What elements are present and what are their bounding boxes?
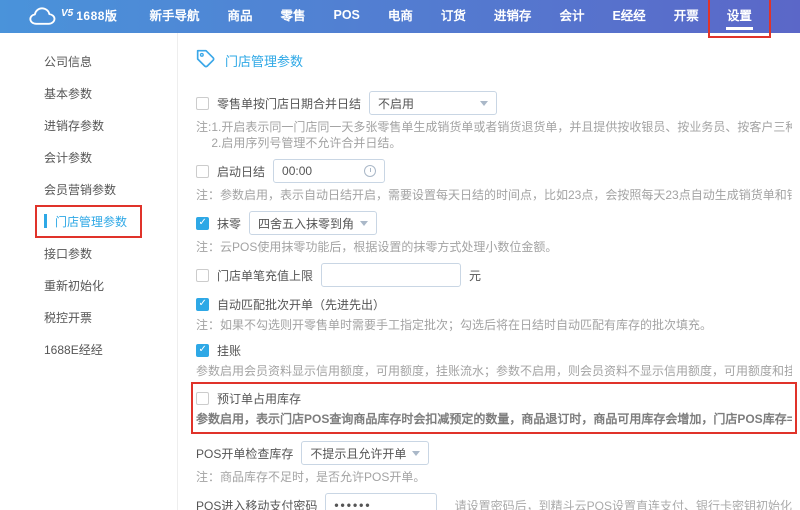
setting-notes: 注：商品库存不足时，是否允许POS开单。 — [196, 469, 792, 485]
sidebar-item[interactable]: 公司信息 — [0, 45, 177, 77]
sidebar-item[interactable]: 1688E经经 — [0, 333, 177, 365]
sidebar-item[interactable]: 会员营销参数 — [0, 173, 177, 205]
nav-item[interactable]: 零售 — [266, 0, 319, 33]
setting-notes: 参数启用会员资料显示信用额度，可用额度，挂账流水；参数不启用，则会员资料不显示信… — [196, 363, 792, 379]
sidebar-item[interactable]: 重新初始化 — [0, 269, 177, 301]
nav-item[interactable]: 商品 — [213, 0, 266, 33]
setting-input[interactable] — [321, 263, 461, 287]
sidebar-item[interactable]: 进销存参数 — [0, 109, 177, 141]
setting-notes: 注：如果不勾选则开零售单时需要手工指定批次；勾选后将在日结时自动匹配有库存的批次… — [196, 317, 792, 333]
chevron-down-icon — [412, 451, 420, 456]
sidebar-item[interactable]: 会计参数 — [0, 141, 177, 173]
setting-checkbox[interactable] — [196, 165, 209, 178]
setting-row: POS开单检查库存 不提示且允许开单 注：商品库存不足时，是否允许POS开单。 — [196, 441, 792, 485]
setting-checkbox[interactable] — [196, 97, 209, 110]
page-title-text: 门店管理参数 — [225, 51, 303, 70]
tag-icon — [196, 49, 216, 72]
cloud-logo-icon — [28, 6, 60, 27]
setting-label: 预订单占用库存 — [217, 390, 301, 407]
setting-notes: 注:1.开启表示同一门店同一天多张零售单生成销货单或者销货退货单，并且提供按收银… — [196, 119, 792, 151]
top-nav: V5 1688版 新手导航商品零售POS电商订货进销存会计E经经开票设置 — [0, 0, 800, 33]
chevron-down-icon — [360, 221, 368, 226]
logo-version: V5 — [61, 8, 73, 19]
main-content: 门店管理参数 零售单按门店日期合并日结 不启用 注:1.开启表示同一门店同一天多… — [178, 33, 800, 510]
nav-item[interactable]: 会计 — [545, 0, 598, 33]
setting-label: 启动日结 — [217, 163, 265, 180]
setting-select[interactable]: 四舍五入抹零到角 — [249, 211, 377, 235]
sidebar-item[interactable]: 接口参数 — [0, 237, 177, 269]
setting-row: POS进入移动支付密码 •••••• 请设置密码后，到精斗云POS设置直连支付、… — [196, 493, 792, 510]
settings-sidebar: 公司信息 基本参数 进销存参数 会计参数 会员营销参数 门店管理参数 接口参数 — [0, 33, 178, 510]
setting-label: 门店单笔充值上限 — [217, 267, 313, 284]
setting-row: 门店单笔充值上限 元 — [196, 263, 792, 287]
setting-row: 自动匹配批次开单（先进先出） 注：如果不勾选则开零售单时需要手工指定批次；勾选后… — [196, 295, 792, 333]
setting-row: 零售单按门店日期合并日结 不启用 注:1.开启表示同一门店同一天多张零售单生成销… — [196, 91, 792, 151]
setting-label: POS开单检查库存 — [196, 445, 293, 462]
setting-label: 自动匹配批次开单（先进先出） — [217, 296, 385, 313]
setting-checkbox[interactable] — [196, 217, 209, 230]
setting-row: 预订单占用库存 参数启用，表示门店POS查询商品库存时会扣减预定的数量，商品退订… — [196, 387, 792, 429]
page: V5 1688版 新手导航商品零售POS电商订货进销存会计E经经开票设置 公司信… — [0, 0, 800, 510]
setting-checkbox[interactable] — [196, 392, 209, 405]
setting-checkbox[interactable] — [196, 298, 209, 311]
chevron-down-icon — [480, 101, 488, 106]
setting-label: 挂账 — [217, 342, 241, 359]
setting-row: 抹零 四舍五入抹零到角 注：云POS使用抹零功能后，根据设置的抹零方式处理小数位… — [196, 211, 792, 255]
setting-input[interactable]: 00:00 — [273, 159, 385, 183]
sidebar-item[interactable]: 基本参数 — [0, 77, 177, 109]
nav-menu: 新手导航商品零售POS电商订货进销存会计E经经开票设置 — [135, 0, 765, 33]
setting-notes: 参数启用，表示门店POS查询商品库存时会扣减预定的数量，商品退订时，商品可用库存… — [196, 411, 792, 427]
sidebar-item[interactable]: 门店管理参数 — [0, 205, 177, 237]
clock-icon — [364, 165, 376, 177]
app-logo[interactable]: V5 1688版 — [28, 6, 117, 27]
setting-row: 启动日结 00:00 注：参数启用，表示自动日结开启，需要设置每天日结的时间点，… — [196, 159, 792, 203]
setting-label: POS进入移动支付密码 — [196, 497, 317, 510]
setting-hint: 请设置密码后，到精斗云POS设置直连支付、银行卡密钥初始化 — [455, 497, 792, 510]
setting-label: 抹零 — [217, 215, 241, 232]
setting-select[interactable]: 不提示且允许开单 — [301, 441, 429, 465]
setting-row: 挂账 参数启用会员资料显示信用额度，可用额度，挂账流水；参数不启用，则会员资料不… — [196, 341, 792, 379]
nav-item[interactable]: 电商 — [374, 0, 427, 33]
setting-checkbox[interactable] — [196, 344, 209, 357]
setting-checkbox[interactable] — [196, 269, 209, 282]
setting-label: 零售单按门店日期合并日结 — [217, 95, 361, 112]
page-title: 门店管理参数 — [196, 47, 792, 73]
setting-notes: 注：云POS使用抹零功能后，根据设置的抹零方式处理小数位金额。 — [196, 239, 792, 255]
sidebar-item[interactable]: 税控开票 — [0, 301, 177, 333]
nav-item[interactable]: 设置 — [713, 0, 766, 33]
nav-item[interactable]: E经经 — [598, 0, 659, 33]
nav-item[interactable]: 新手导航 — [135, 0, 213, 33]
nav-item[interactable]: 开票 — [660, 0, 713, 33]
setting-notes: 注：参数启用，表示自动日结开启，需要设置每天日结的时间点，比如23点，会按照每天… — [196, 187, 792, 203]
active-indicator-bar — [44, 214, 47, 228]
setting-select[interactable]: 不启用 — [369, 91, 497, 115]
setting-suffix: 元 — [469, 267, 481, 284]
nav-item[interactable]: 进销存 — [480, 0, 546, 33]
setting-input[interactable]: •••••• — [325, 493, 436, 510]
nav-item[interactable]: 订货 — [427, 0, 480, 33]
nav-item[interactable]: POS — [319, 0, 373, 33]
logo-brand: 1688版 — [76, 7, 117, 24]
